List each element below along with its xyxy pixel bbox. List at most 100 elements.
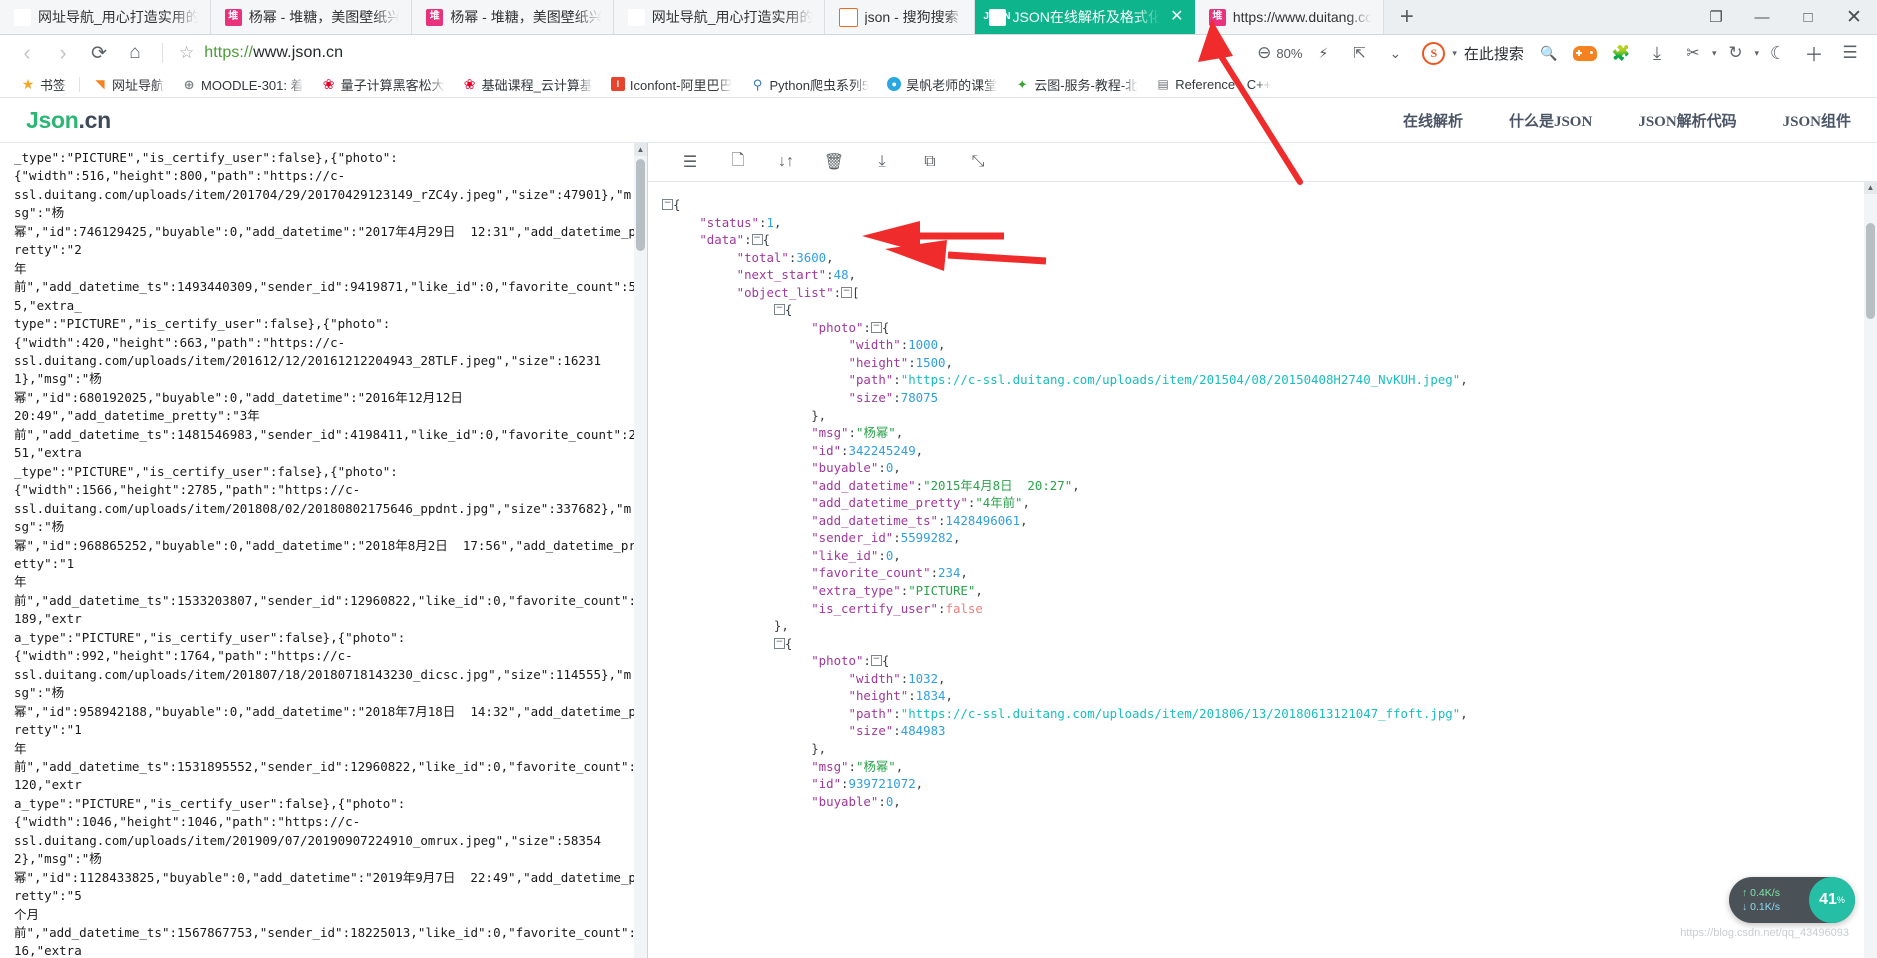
forward-icon[interactable]: › [46, 38, 80, 68]
address-bar[interactable]: ☆ https://www.json.cn [173, 38, 1255, 68]
bookmark-item-shuqian[interactable]: ★ 书签 [12, 73, 75, 95]
new-tab-button[interactable]: + [1384, 0, 1430, 34]
bookmark-item-reference[interactable]: ▤ Reference - C++ [1147, 73, 1280, 95]
reload-icon[interactable]: ⟳ [82, 38, 116, 68]
browser-tab-1[interactable]: ✔ 网址导航_用心打造实用的 [0, 0, 211, 34]
download-icon[interactable]: ⤓ [858, 143, 906, 181]
sogou-search-entry[interactable]: S ▾ 在此搜索 [1422, 41, 1524, 65]
bookmark-item-python[interactable]: ⚲ Python爬虫系列5 [741, 73, 878, 95]
night-mode-icon[interactable]: ☾ [1761, 38, 1795, 68]
raw-json-pane[interactable]: _type":"PICTURE","is_certify_user":false… [0, 143, 648, 958]
bookmark-item-hao123[interactable]: ◥ 网址导航 [84, 73, 173, 95]
nav-item-json-parse-code[interactable]: JSON解析代码 [1638, 110, 1736, 131]
yuntu-icon: ✦ [1015, 76, 1030, 92]
cpu-usage-ball[interactable]: 41% [1809, 877, 1855, 923]
nav-item-what-is-json[interactable]: 什么是JSON [1509, 110, 1592, 131]
bookmark-label: 网址导航 [112, 77, 165, 93]
extension-icon[interactable]: 🧩 [1604, 38, 1638, 68]
scrollbar-thumb[interactable] [636, 159, 645, 251]
json-value-status: 1 [766, 214, 774, 230]
right-scrollbar[interactable]: ▲ [1864, 181, 1877, 958]
bookmark-item-basecourse[interactable]: ❀ 基础课程_云计算基 [454, 73, 602, 95]
search-placeholder-label: 在此搜索 [1463, 45, 1524, 63]
zoom-out-icon[interactable]: ⊖ [1257, 43, 1271, 63]
collapse-icon[interactable]: ⤡ [954, 143, 1002, 181]
browser-tab-4[interactable]: ✔ 网址导航_用心打造实用的 [613, 0, 825, 34]
json-toolbar: ☰ 🗋 ↓↑ 🗑 ⤓ ⧉ ⤡ [648, 143, 1877, 182]
browser-tab-7[interactable]: 堆 https://www.duitang.co [1194, 0, 1384, 34]
gamepad-icon[interactable] [1568, 38, 1602, 68]
add-icon[interactable]: ＋ [1797, 38, 1831, 68]
share-icon[interactable]: ⇱ [1342, 38, 1376, 68]
json-tree-view[interactable]: −{ "status":1, "data": −{ "total":3600, "… [648, 182, 1877, 958]
json-value-next-start: 48 [833, 267, 849, 283]
lightning-icon[interactable]: ⚡ [1306, 38, 1340, 68]
nav-item-json-components[interactable]: JSON组件 [1783, 110, 1851, 131]
scissors-icon[interactable]: ✂ [1676, 38, 1710, 68]
star-icon: ★ [21, 76, 35, 92]
back-icon[interactable]: ‹ [10, 38, 44, 68]
home-icon[interactable]: ⌂ [118, 38, 152, 68]
bookmark-item-iconfont[interactable]: I Iconfont-阿里巴巴 [602, 73, 742, 95]
json-value-photo0-path: https://c-ssl.duitang.com/uploads/item/2… [908, 372, 1453, 388]
json-value-total: 3600 [796, 249, 827, 265]
scroll-up-icon[interactable]: ▲ [1864, 181, 1877, 194]
scrollbar-thumb[interactable] [1866, 223, 1875, 319]
close-window-button[interactable]: ✕ [1831, 0, 1877, 34]
scroll-up-icon[interactable]: ▲ [634, 143, 647, 156]
maximize-window-button[interactable]: □ [1785, 0, 1831, 34]
left-scrollbar[interactable]: ▲ [634, 143, 647, 958]
zoom-control[interactable]: ⊖ 80% [1257, 43, 1302, 63]
undo-icon[interactable]: ↻ [1718, 38, 1752, 68]
fold-toggle-data[interactable]: − [751, 234, 763, 246]
chevron-down-icon[interactable]: ⌄ [1378, 38, 1412, 68]
parsed-json-pane: ☰ 🗋 ↓↑ 🗑 ⤓ ⧉ ⤡ −{ "status":1, "data": −{ … [648, 143, 1877, 958]
bookmark-item-quantum[interactable]: ❀ 量子计算黑客松大 [313, 73, 454, 95]
bookmark-star-icon[interactable]: ☆ [179, 43, 194, 63]
stack-icon[interactable]: ☰ [666, 143, 714, 181]
browser-tab-3[interactable]: 堆 杨幂 - 堆糖，美图壁纸兴 [412, 0, 614, 34]
site-nav: 在线解析 什么是JSON JSON解析代码 JSON组件 [1403, 110, 1851, 131]
browser-tab-5[interactable]: S json - 搜狗搜索 [824, 0, 975, 34]
copy-icon[interactable]: ⧉ [906, 143, 954, 181]
bookmark-item-classroom[interactable]: ● 昊帆老师的课堂 [878, 73, 1006, 95]
search-icon[interactable]: 🔍 [1532, 38, 1566, 68]
json-icon: JSON [983, 8, 1011, 26]
bookmark-item-yuntu[interactable]: ✦ 云图-服务-教程-北 [1006, 73, 1147, 95]
browser-tab-active-json[interactable]: JSON JSON在线解析及格式化 ✕ [974, 0, 1195, 34]
bookmark-item-moodle[interactable]: ⊕ MOODLE-301: 着 [173, 73, 313, 95]
json-value-photo1-path: https://c-ssl.duitang.com/uploads/item/2… [908, 705, 1453, 721]
fold-toggle-item-0[interactable]: − [773, 304, 785, 316]
close-icon[interactable]: ✕ [1169, 9, 1185, 25]
trash-icon[interactable]: 🗑 [810, 143, 858, 181]
network-speed-widget[interactable]: ↑ 0.4K/s ↓ 0.1K/s 41% [1729, 877, 1855, 923]
fold-toggle-item-1[interactable]: − [773, 637, 785, 649]
raw-json-text[interactable]: _type":"PICTURE","is_certify_user":false… [0, 143, 647, 958]
sogou-icon: S [838, 7, 858, 27]
fold-toggle-root[interactable]: − [662, 199, 673, 210]
json-value-photo1-width: 1032 [908, 670, 939, 686]
menu-icon[interactable]: ☰ [1833, 38, 1867, 68]
json-value-photo1-height: 1834 [915, 688, 946, 704]
restore-window-button[interactable]: ❐ [1693, 0, 1739, 34]
file-icon[interactable]: 🗋 [714, 143, 762, 181]
chevron-down-icon[interactable]: ▾ [1452, 48, 1457, 59]
site-logo[interactable]: Json.cn [26, 107, 111, 134]
bookmark-divider [79, 76, 81, 92]
sort-icon[interactable]: ↓↑ [762, 143, 810, 181]
download-icon[interactable]: ⤓ [1640, 38, 1674, 68]
bookmark-label: 基础课程_云计算基 [481, 77, 593, 93]
tab-title: https://www.duitang.co [1232, 9, 1373, 25]
fold-toggle-photo-0[interactable]: − [870, 321, 882, 333]
chevron-down-icon[interactable]: ▾ [1754, 48, 1759, 59]
minimize-window-button[interactable]: — [1739, 0, 1785, 34]
bookmark-label: 量子计算黑客松大 [340, 77, 445, 93]
nav-item-online-parse[interactable]: 在线解析 [1403, 110, 1463, 131]
json-value-sender-id-0: 5599282 [900, 530, 953, 546]
fold-toggle-photo-1[interactable]: − [870, 655, 882, 667]
browser-tab-2[interactable]: 堆 杨幂 - 堆糖，美图壁纸兴 [210, 0, 413, 34]
chevron-down-icon[interactable]: ▾ [1712, 48, 1717, 59]
fold-toggle-object-list[interactable]: − [841, 286, 853, 298]
network-rates: ↑ 0.4K/s ↓ 0.1K/s [1729, 886, 1809, 914]
navigation-toolbar: ‹ › ⟳ ⌂ ☆ https://www.json.cn ⊖ 80% ⚡ ⇱ … [0, 35, 1877, 71]
